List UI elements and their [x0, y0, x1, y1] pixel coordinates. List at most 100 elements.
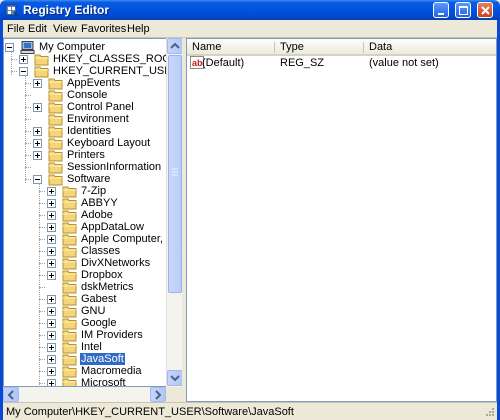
- list-header: Name Type Data: [187, 39, 496, 56]
- tree-node-hive[interactable]: HKEY_CLASSES_ROOT: [4, 53, 178, 66]
- menu-view[interactable]: View: [53, 23, 77, 35]
- key-tree[interactable]: My Computer HKEY_CLASSES_ROOT HKEY_CURRENT…: [3, 38, 182, 387]
- tree-guide-line: [39, 215, 45, 216]
- tree-guide-line: [39, 323, 45, 324]
- expand-toggle[interactable]: [33, 151, 42, 160]
- tree-node-key[interactable]: Dropbox: [4, 269, 164, 282]
- folder-icon: [62, 377, 78, 386]
- collapse-toggle[interactable]: [33, 175, 42, 184]
- tree-node-key[interactable]: DivXNetworks: [4, 257, 164, 270]
- tree-node-key[interactable]: Intel: [4, 341, 164, 354]
- expand-toggle[interactable]: [47, 379, 56, 386]
- collapse-toggle[interactable]: [5, 43, 14, 52]
- tree-label: Printers: [67, 149, 105, 161]
- tree-label: Google: [81, 317, 117, 329]
- tree-node-hive[interactable]: HKEY_CURRENT_USER: [4, 65, 180, 78]
- menu-favorites[interactable]: Favorites: [81, 23, 126, 35]
- scroll-thumb[interactable]: [168, 55, 182, 293]
- expand-toggle[interactable]: [47, 331, 56, 340]
- expand-toggle[interactable]: [33, 127, 42, 136]
- expand-toggle[interactable]: [47, 247, 56, 256]
- close-icon: [481, 6, 490, 15]
- tree-node-key[interactable]: dskMetrics: [4, 281, 164, 294]
- tree-horizontal-scrollbar[interactable]: [3, 387, 166, 402]
- tree-guide-line: [25, 107, 31, 108]
- expand-toggle[interactable]: [47, 367, 56, 376]
- maximize-button[interactable]: [455, 2, 471, 18]
- scroll-right-button[interactable]: [150, 387, 166, 402]
- expand-toggle[interactable]: [47, 187, 56, 196]
- tree-label: 7-Zip: [81, 185, 107, 197]
- expand-toggle[interactable]: [47, 271, 56, 280]
- tree-node-key[interactable]: GNU: [4, 305, 164, 318]
- tree-node-key[interactable]: IM Providers: [4, 329, 164, 342]
- scroll-left-button[interactable]: [3, 387, 19, 402]
- column-data[interactable]: Data: [369, 41, 392, 53]
- tree-node-key[interactable]: Adobe: [4, 209, 164, 222]
- tree-guide-line: [39, 311, 45, 312]
- expand-toggle[interactable]: [47, 211, 56, 220]
- expand-toggle[interactable]: [47, 355, 56, 364]
- expand-toggle[interactable]: [47, 199, 56, 208]
- tree-node-key[interactable]: Macromedia: [4, 365, 164, 378]
- scroll-up-button[interactable]: [167, 38, 183, 54]
- tree-label: Adobe: [81, 209, 113, 221]
- expand-toggle[interactable]: [47, 295, 56, 304]
- tree-node-key[interactable]: Microsoft: [4, 377, 164, 386]
- value-list[interactable]: Name Type Data ab (Default) REG_SZ (valu…: [186, 38, 497, 402]
- resize-grip-icon[interactable]: [483, 406, 495, 418]
- tree-guide-line: [39, 263, 45, 264]
- expand-toggle[interactable]: [47, 319, 56, 328]
- value-name: (Default): [202, 57, 245, 69]
- tree-guide-line: [25, 155, 31, 156]
- tree-label: Classes: [81, 245, 121, 257]
- minimize-button[interactable]: [433, 2, 449, 18]
- tree-label: ABBYY: [81, 197, 118, 209]
- tree-guide-line: [39, 251, 45, 252]
- menu-edit[interactable]: Edit: [28, 23, 47, 35]
- close-button[interactable]: [477, 2, 493, 18]
- menu-help[interactable]: Help: [127, 23, 150, 35]
- tree-label: My Computer: [39, 41, 106, 53]
- expand-toggle[interactable]: [47, 259, 56, 268]
- tree-label: Console: [67, 89, 108, 101]
- expand-toggle[interactable]: [33, 79, 42, 88]
- column-name[interactable]: Name: [192, 41, 221, 53]
- tree-node-key[interactable]: Google: [4, 317, 164, 330]
- tree-guide-line: [25, 167, 31, 168]
- tree-node-key[interactable]: JavaSoft: [4, 353, 164, 366]
- tree-label: HKEY_CURRENT_USER: [53, 65, 180, 77]
- expand-toggle[interactable]: [33, 139, 42, 148]
- arrow-up-icon: [170, 42, 180, 49]
- tree-label: Dropbox: [81, 269, 123, 281]
- tree-node-key[interactable]: Classes: [4, 245, 164, 258]
- tree-guide-line: [39, 203, 45, 204]
- tree-node-key[interactable]: 7-Zip: [4, 185, 164, 198]
- table-row[interactable]: ab (Default) REG_SZ (value not set): [187, 56, 496, 70]
- tree-guide-line: [39, 359, 45, 360]
- tree-label: IM Providers: [81, 329, 143, 341]
- expand-toggle[interactable]: [33, 103, 42, 112]
- tree-guide-line: [25, 143, 31, 144]
- tree-node-my-computer[interactable]: My Computer: [4, 41, 164, 54]
- tree-guide-line: [39, 371, 45, 372]
- collapse-toggle[interactable]: [19, 67, 28, 76]
- expand-toggle[interactable]: [47, 223, 56, 232]
- column-divider[interactable]: [363, 42, 364, 53]
- column-type[interactable]: Type: [280, 41, 304, 53]
- scroll-down-button[interactable]: [167, 370, 183, 386]
- tree-guide-line: [39, 191, 45, 192]
- tree-node-key[interactable]: Apple Computer, Inc.: [4, 233, 181, 246]
- expand-toggle[interactable]: [47, 343, 56, 352]
- tree-guide-line: [39, 299, 45, 300]
- column-divider[interactable]: [274, 42, 275, 53]
- expand-toggle[interactable]: [19, 55, 28, 64]
- menu-file[interactable]: File: [7, 23, 25, 35]
- title-bar[interactable]: Registry Editor: [0, 0, 500, 20]
- expand-toggle[interactable]: [47, 235, 56, 244]
- expand-toggle[interactable]: [47, 307, 56, 316]
- tree-node-key[interactable]: ABBYY: [4, 197, 164, 210]
- tree-node-key[interactable]: AppDataLow: [4, 221, 164, 234]
- tree-node-key[interactable]: Gabest: [4, 293, 164, 306]
- tree-vertical-scrollbar[interactable]: [166, 38, 183, 387]
